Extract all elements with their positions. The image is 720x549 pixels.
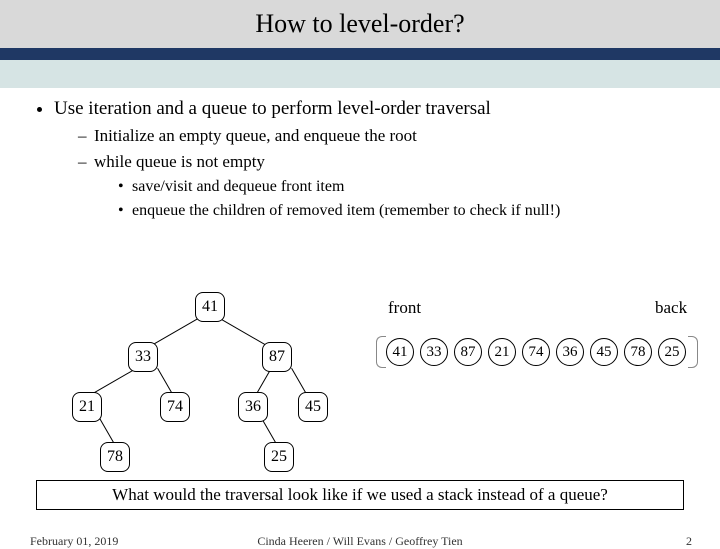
bullet-sub1: –Initialize an empty queue, and enqueue … (26, 126, 694, 146)
queue-item: 45 (590, 338, 618, 366)
queue-item: 25 (658, 338, 686, 366)
queue-item: 21 (488, 338, 516, 366)
question-box: What would the traversal look like if we… (36, 480, 684, 510)
header-teal-bar (0, 60, 720, 88)
content-area: Use iteration and a queue to perform lev… (0, 88, 720, 220)
queue-front-label: front (388, 298, 421, 318)
tree-node: 78 (100, 442, 130, 472)
footer-credits: Cinda Heeren / Will Evans / Geoffrey Tie… (0, 534, 720, 549)
bullet-subsub2: •enqueue the children of removed item (r… (26, 202, 694, 220)
bullet-main: Use iteration and a queue to perform lev… (54, 98, 694, 120)
bullet-subsub2-text: enqueue the children of removed item (re… (132, 202, 560, 219)
tree-node: 21 (72, 392, 102, 422)
bullet-subsub1-text: save/visit and dequeue front item (132, 178, 344, 195)
tree-node: 33 (128, 342, 158, 372)
diagram-area: 41 33 87 21 74 36 45 78 25 front back 41… (0, 288, 720, 478)
tree-node: 87 (262, 342, 292, 372)
queue-item: 41 (386, 338, 414, 366)
queue-item: 78 (624, 338, 652, 366)
queue-item: 33 (420, 338, 448, 366)
header-blue-bar (0, 48, 720, 60)
queue-item: 36 (556, 338, 584, 366)
slide-title: How to level-order? (0, 0, 720, 48)
queue-bracket-right (688, 336, 698, 368)
tree-node: 74 (160, 392, 190, 422)
queue-bracket-left (376, 336, 386, 368)
tree-node: 25 (264, 442, 294, 472)
tree-node: 45 (298, 392, 328, 422)
queue-item: 74 (522, 338, 550, 366)
queue-back-label: back (655, 298, 687, 318)
bullet-sub1-text: Initialize an empty queue, and enqueue t… (94, 126, 417, 145)
tree-node: 36 (238, 392, 268, 422)
bullet-sub2-text: while queue is not empty (94, 152, 265, 171)
bullet-subsub1: •save/visit and dequeue front item (26, 178, 694, 196)
tree-node-root: 41 (195, 292, 225, 322)
queue-item: 87 (454, 338, 482, 366)
bullet-sub2: –while queue is not empty (26, 152, 694, 172)
footer-page: 2 (686, 534, 692, 549)
